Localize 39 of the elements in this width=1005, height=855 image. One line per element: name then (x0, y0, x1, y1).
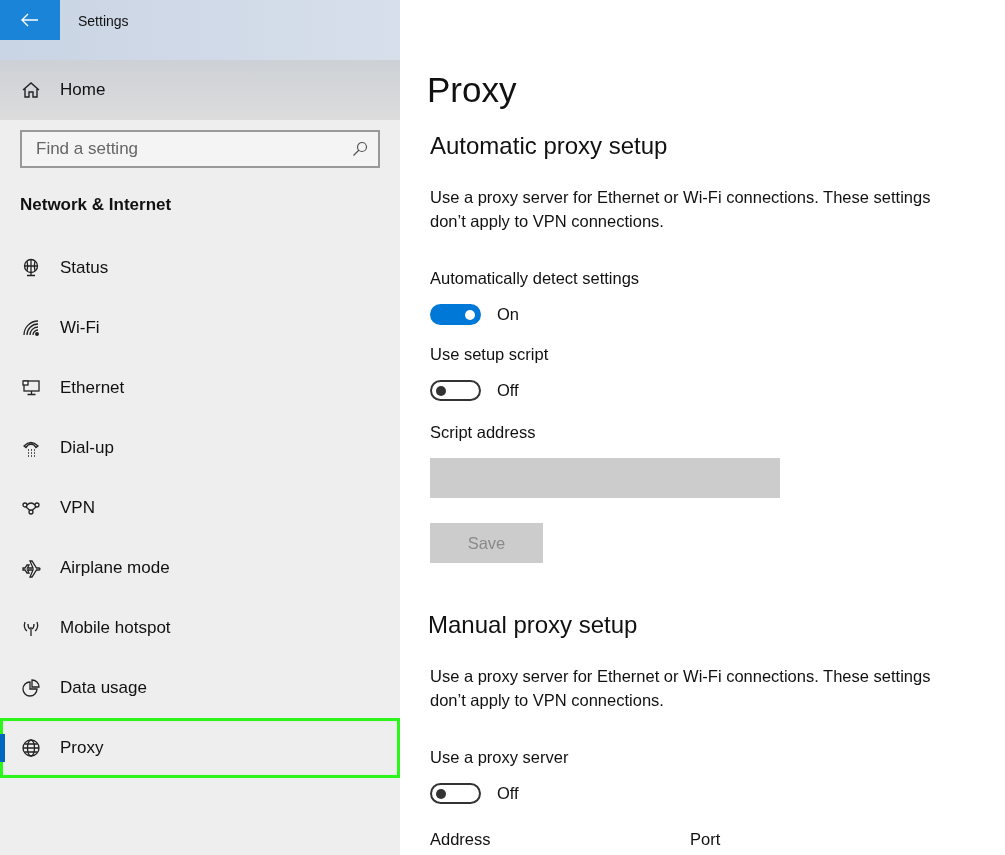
description-text: Use a proxy server for Ethernet or Wi-Fi connections. These settings don’t apply to VPN connections. (430, 666, 932, 711)
globe-icon (21, 738, 41, 758)
page-title: Proxy (427, 70, 518, 111)
wifi-icon (21, 318, 41, 338)
back-arrow-icon (21, 13, 39, 27)
nav-item[interactable]: Proxy (0, 718, 400, 778)
window-title: Settings (78, 13, 129, 29)
toggle-switch[interactable] (430, 783, 481, 804)
pie-chart-icon (21, 678, 41, 698)
toggle-state: Off (497, 784, 519, 803)
setting-label: Automatically detect settings (430, 269, 641, 288)
nav-item[interactable]: Airplane mode (0, 538, 400, 598)
nav-item[interactable]: Dial-up (0, 418, 400, 478)
nav-item[interactable]: Status (0, 238, 400, 298)
ethernet-icon (21, 378, 41, 398)
toggle-switch[interactable] (430, 304, 481, 325)
nav-item[interactable]: Data usage (0, 658, 400, 718)
home-icon (21, 80, 41, 100)
section-heading: Automatic proxy setup (430, 132, 669, 161)
section-heading: Network & Internet (20, 195, 173, 216)
nav-item[interactable]: Ethernet (0, 358, 400, 418)
section-heading: Manual proxy setup (428, 611, 639, 640)
search-icon (352, 141, 368, 157)
field-label: Port (690, 830, 722, 849)
status-icon (21, 258, 41, 278)
toggle-switch[interactable] (430, 380, 481, 401)
toggle-state: On (497, 305, 519, 324)
nav-item[interactable]: Mobile hotspot (0, 598, 400, 658)
nav-item[interactable]: VPN (0, 478, 400, 538)
field-label: Script address (430, 423, 537, 442)
field-label: Address (430, 830, 492, 849)
airplane-icon (21, 558, 41, 578)
search-field[interactable]: Find a setting (20, 130, 380, 168)
nav-item[interactable]: Wi-Fi (0, 298, 400, 358)
setting-label: Use a proxy server (430, 748, 570, 767)
description-text: Use a proxy server for Ethernet or Wi-Fi connections. These settings don’t apply to VPN connections. (430, 187, 932, 232)
toggle-state: Off (497, 381, 519, 400)
setting-label: Use setup script (430, 345, 550, 364)
home-nav-item[interactable]: Home (0, 60, 400, 120)
